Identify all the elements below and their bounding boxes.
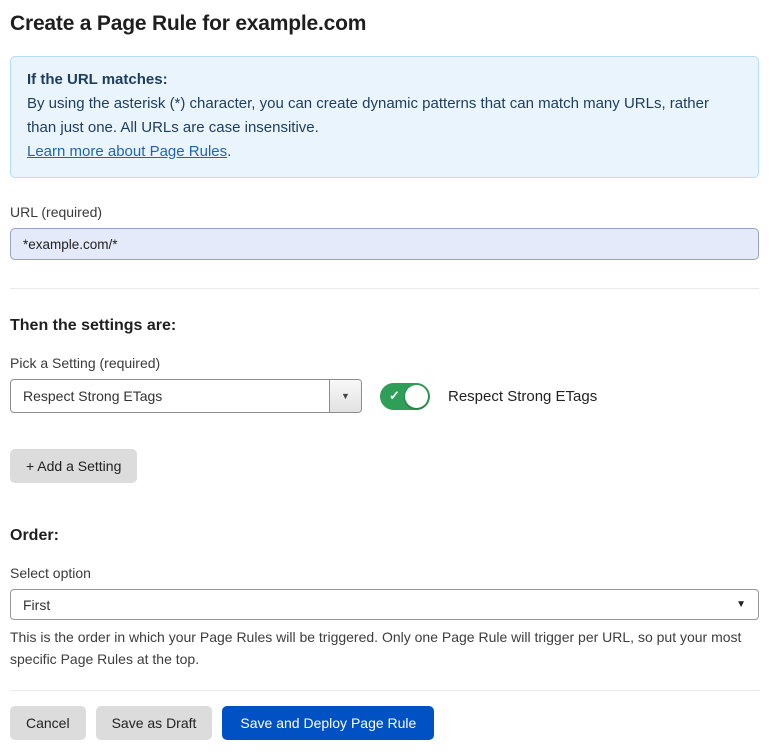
settings-heading: Then the settings are: <box>10 317 759 335</box>
setting-row: Respect Strong ETags ▼ ✓ Respect Strong … <box>10 379 759 413</box>
url-match-info-box: If the URL matches: By using the asteris… <box>10 56 759 178</box>
save-draft-button[interactable]: Save as Draft <box>96 706 213 740</box>
etags-toggle[interactable]: ✓ <box>380 383 430 410</box>
save-deploy-button[interactable]: Save and Deploy Page Rule <box>222 706 434 740</box>
chevron-down-icon: ▼ <box>736 600 746 610</box>
info-box-heading: If the URL matches: <box>27 68 742 92</box>
create-page-rule-form: Create a Page Rule for example.com If th… <box>0 0 769 756</box>
order-select-value: First <box>23 597 50 613</box>
cancel-button[interactable]: Cancel <box>10 706 86 740</box>
url-input[interactable] <box>10 228 759 260</box>
setting-dropdown[interactable]: Respect Strong ETags ▼ <box>10 379 362 413</box>
order-help-text: This is the order in which your Page Rul… <box>10 626 750 670</box>
setting-dropdown-value: Respect Strong ETags <box>11 380 329 412</box>
link-suffix: . <box>227 143 231 160</box>
order-select-label: Select option <box>10 565 759 581</box>
check-icon: ✓ <box>389 388 400 404</box>
etags-toggle-group: ✓ Respect Strong ETags <box>380 383 597 410</box>
footer-actions: Cancel Save as Draft Save and Deploy Pag… <box>10 690 759 756</box>
divider <box>10 288 759 289</box>
setting-dropdown-caret-button[interactable]: ▼ <box>329 380 361 412</box>
page-title: Create a Page Rule for example.com <box>10 12 759 36</box>
add-setting-button[interactable]: + Add a Setting <box>10 449 137 483</box>
order-select[interactable]: First ▼ <box>10 589 759 620</box>
order-heading: Order: <box>10 527 759 545</box>
pick-setting-label: Pick a Setting (required) <box>10 355 759 371</box>
url-label: URL (required) <box>10 204 759 220</box>
info-box-body: By using the asterisk (*) character, you… <box>27 92 742 140</box>
learn-more-link[interactable]: Learn more about Page Rules <box>27 143 227 160</box>
info-box-link-row: Learn more about Page Rules. <box>27 140 742 164</box>
chevron-down-icon: ▼ <box>341 392 350 401</box>
toggle-knob <box>405 385 428 408</box>
etags-toggle-label: Respect Strong ETags <box>448 388 597 405</box>
